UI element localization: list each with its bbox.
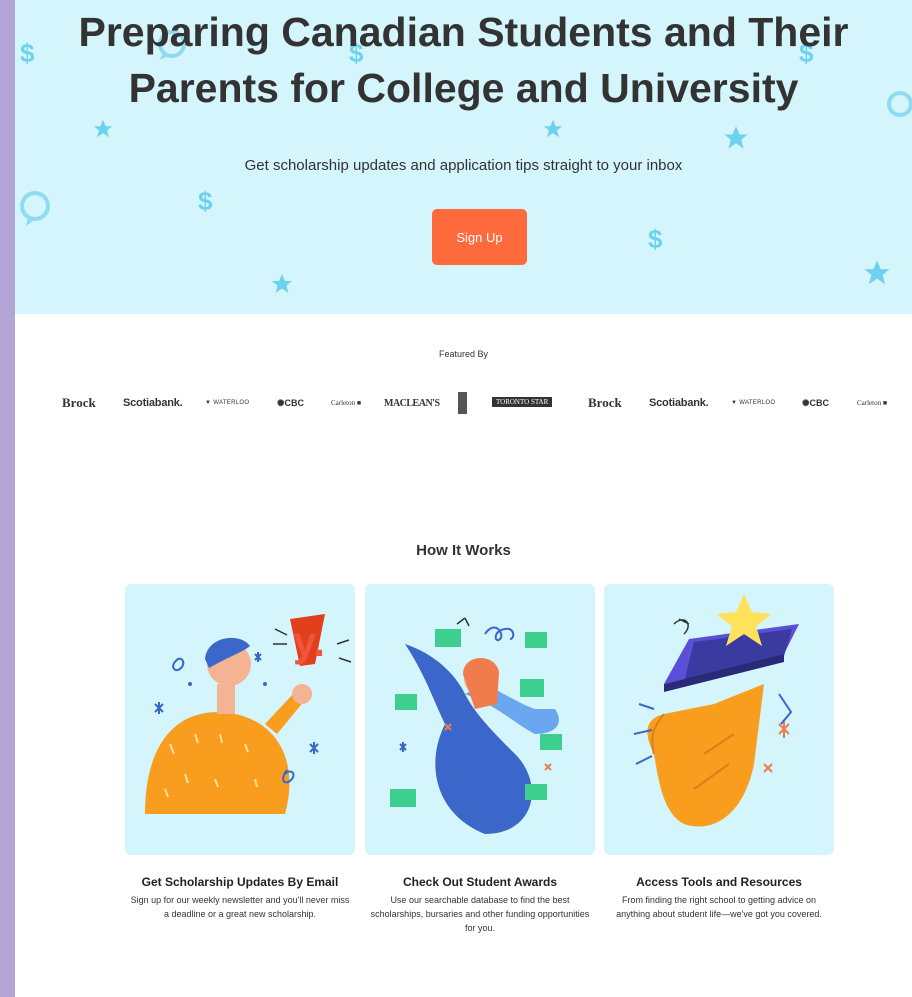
shield-icon: ▼ [205,400,214,406]
dollar-decor-icon: $ [198,186,213,216]
crest-icon: ■ [881,399,888,407]
card-tools-resources[interactable]: Access Tools and Resources From finding … [604,584,834,921]
page: $ $ $ $ $ Preparing Canadian Students an… [15,0,912,997]
hero-title: Preparing Canadian Students and Their Pa… [15,4,912,116]
person-with-letter-illustration-icon: y. [145,614,352,814]
cbc-logo-text: CBC [809,398,830,408]
brock-logo-text: Brock [588,395,622,410]
cbc-gem-icon: ✺ [802,397,810,408]
featured-logos-strip: Brock Scotiabank. ▼ WATERLOO ✺ CBC Carlet… [15,388,912,418]
chat-bubble-decor-icon [18,188,52,228]
hero-title-line-2: Parents for College and University [128,65,799,111]
card-title: Check Out Student Awards [402,875,558,889]
macleans-logo-text: MACLEAN'S [384,397,440,409]
person-with-envelopes-illustration-icon [390,617,562,834]
svg-text:y.: y. [293,618,325,665]
brock-logo[interactable]: Brock [62,388,96,418]
card-title: Get Scholarship Updates By Email [141,875,339,889]
how-it-works-title: How It Works [416,542,511,559]
scotiabank-logo-text: Scotiabank. [123,397,183,409]
waterloo-logo[interactable]: ▼ WATERLOO [205,388,249,418]
card-student-awards[interactable]: Check Out Student Awards Use our searcha… [365,584,595,935]
card-description: Use our searchable database to find the … [370,895,590,933]
scotiabank-logo[interactable]: Scotiabank. [123,388,183,418]
star-decor-icon [722,124,750,152]
hand-with-laptop-illustration-icon [633,594,799,827]
brock-logo-text: Brock [62,395,96,410]
newspaper-logo[interactable] [458,392,467,414]
sign-up-button[interactable]: Sign Up [432,209,527,265]
hero-subtitle: Get scholarship updates and application … [244,157,683,174]
star-decor-icon [270,272,294,296]
carleton-logo[interactable]: Carleton ■ [331,388,361,418]
star-decor-icon [542,118,564,140]
cbc-logo[interactable]: ✺ CBC [277,388,304,418]
toronto-star-logo-text: TORONTO STAR [496,398,549,406]
hero-title-line-1: Preparing Canadian Students and Their [78,9,849,55]
toronto-star-logo[interactable]: TORONTO STAR [492,397,553,407]
card-description: From finding the right school to getting… [616,895,822,919]
carleton-logo-text: Carleton [857,399,882,407]
macleans-logo[interactable]: MACLEAN'S [384,388,440,418]
card-title: Access Tools and Resources [636,875,802,889]
card-illustration: y. [125,584,355,855]
cbc-logo-text: CBC [284,398,305,408]
card-illustration [604,584,834,855]
card-description: Sign up for our weekly newsletter and yo… [130,895,350,919]
brock-logo[interactable]: Brock [588,388,622,418]
waterloo-logo-text: WATERLOO [213,400,250,406]
waterloo-logo[interactable]: ▼ WATERLOO [731,388,775,418]
card-scholarship-updates[interactable]: y. Get Scholarship Updates By Email Sign… [125,584,355,921]
scotiabank-logo[interactable]: Scotiabank. [649,388,709,418]
star-decor-icon [862,258,892,288]
cbc-logo[interactable]: ✺ CBC [802,388,829,418]
cbc-gem-icon: ✺ [277,397,285,408]
waterloo-logo-text: WATERLOO [739,400,776,406]
dollar-decor-icon: $ [648,224,663,254]
carleton-logo-text: Carleton [331,399,356,407]
scotiabank-logo-text: Scotiabank. [649,397,709,409]
carleton-logo[interactable]: Carleton ■ [857,388,887,418]
featured-by-label: Featured By [438,349,489,359]
star-decor-icon [92,118,114,140]
crest-icon: ■ [355,399,362,407]
hero-section: $ $ $ $ $ Preparing Canadian Students an… [15,0,912,314]
shield-icon: ▼ [731,400,740,406]
card-illustration [365,584,595,855]
